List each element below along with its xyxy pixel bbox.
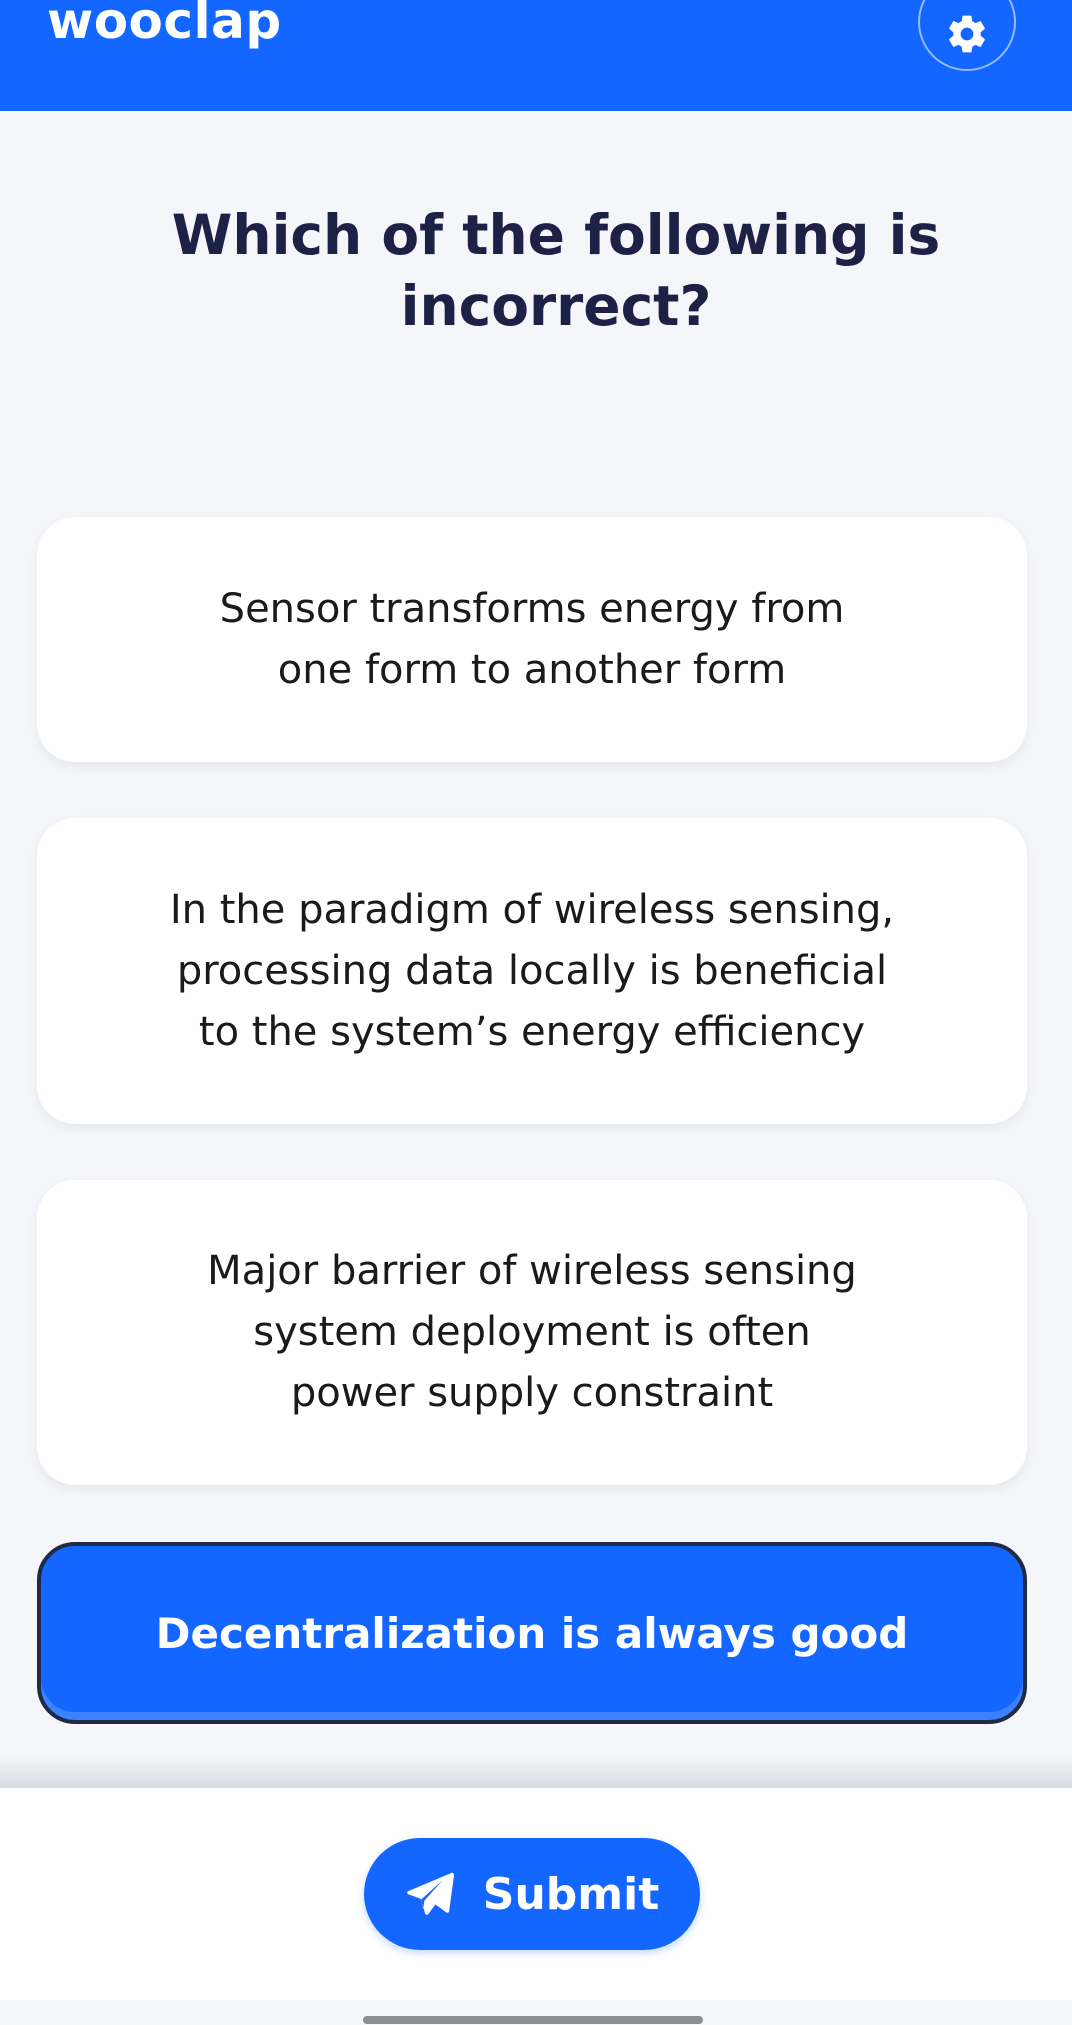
submit-button-label: Submit <box>482 1868 660 1920</box>
gear-icon <box>949 15 985 53</box>
wooclap-logo: wooclap <box>47 0 282 50</box>
answer-option-3[interactable]: Major barrier of wireless sensing system… <box>37 1180 1027 1485</box>
answer-option-label: Sensor transforms energy from one form t… <box>219 585 845 693</box>
question-title: Which of the following is incorrect? <box>171 203 941 338</box>
home-indicator <box>363 2016 703 2024</box>
answer-option-1[interactable]: Sensor transforms energy from one form t… <box>37 517 1027 762</box>
answer-option-label: In the paradigm of wireless sensing, pro… <box>169 886 895 1055</box>
top-bar: wooclap <box>0 0 1072 111</box>
send-icon <box>406 1872 454 1915</box>
settings-button[interactable] <box>918 0 1016 71</box>
answer-option-4-selected[interactable]: Decentralization is always good <box>37 1542 1027 1724</box>
submit-button[interactable]: Submit <box>364 1838 700 1950</box>
footer-divider-shadow <box>0 1755 1072 1789</box>
answer-option-label: Decentralization is always good <box>155 1608 909 1658</box>
answer-option-label: Major barrier of wireless sensing system… <box>207 1248 857 1416</box>
answer-option-2[interactable]: In the paradigm of wireless sensing, pro… <box>37 818 1027 1124</box>
